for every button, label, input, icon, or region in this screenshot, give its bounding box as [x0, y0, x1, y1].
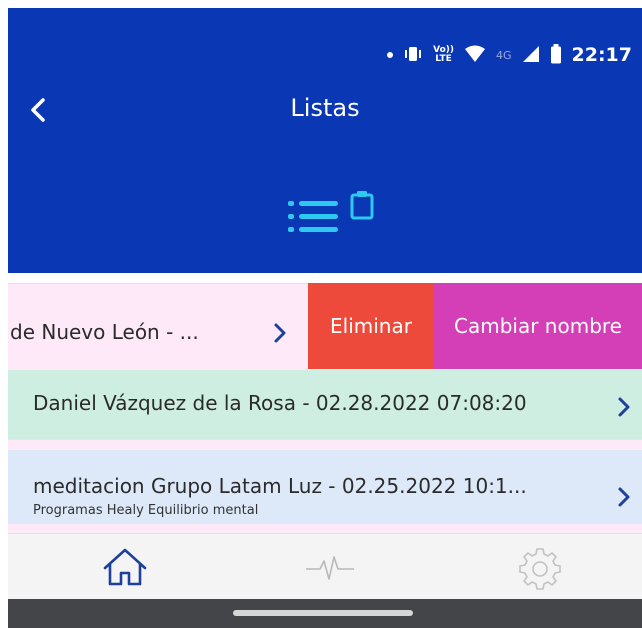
- delete-button[interactable]: Eliminar: [308, 283, 434, 369]
- bottom-tab-bar: [8, 533, 642, 599]
- lists-container: de Nuevo León - ... Eliminar Cambiar nom…: [8, 283, 642, 533]
- header: Vo)) LTE 4G 22:17 Listas: [8, 8, 642, 273]
- home-icon: [103, 548, 147, 586]
- list-item-subtitle: Programas Healy Equilibrio mental: [33, 503, 259, 518]
- tab-activity[interactable]: [300, 542, 360, 592]
- vibrate-icon: [403, 46, 423, 65]
- clipboard-list-icon: [288, 190, 384, 246]
- list-item-title: meditacion Grupo Latam Luz - 02.25.2022 …: [33, 474, 527, 498]
- chevron-right-icon: [618, 487, 630, 507]
- volte-icon: Vo)) LTE: [433, 46, 454, 64]
- tab-settings[interactable]: [510, 542, 570, 592]
- rename-button[interactable]: Cambiar nombre: [434, 283, 642, 369]
- settings-icon: [519, 548, 561, 590]
- list-item[interactable]: Daniel Vázquez de la Rosa - 02.28.2022 0…: [8, 370, 642, 440]
- clock: 22:17: [571, 44, 632, 66]
- chevron-right-icon: [274, 323, 286, 343]
- notification-dot-icon: [387, 52, 394, 58]
- list-item-swiped: de Nuevo León - ... Eliminar Cambiar nom…: [8, 283, 642, 369]
- system-navigation-bar: [8, 599, 642, 628]
- list-item[interactable]: meditacion Grupo Latam Luz - 02.25.2022 …: [8, 450, 642, 524]
- app-screen: Vo)) LTE 4G 22:17 Listas de Nuevo León -…: [0, 0, 642, 628]
- status-bar: Vo)) LTE 4G 22:17: [387, 40, 632, 70]
- wifi-icon: [464, 45, 486, 66]
- list-item-title: Daniel Vázquez de la Rosa - 02.28.2022 0…: [33, 391, 527, 415]
- signal-icon: [522, 45, 540, 66]
- tab-home[interactable]: [95, 542, 155, 592]
- chevron-right-icon: [618, 397, 630, 417]
- home-gesture-handle[interactable]: [233, 610, 413, 616]
- page-title: Listas: [290, 94, 360, 122]
- network-type: 4G: [495, 48, 512, 62]
- list-item-content[interactable]: de Nuevo León - ...: [8, 283, 308, 369]
- list-item-title: de Nuevo León - ...: [10, 320, 199, 344]
- battery-icon: [550, 43, 562, 67]
- volte-bottom: LTE: [435, 54, 452, 64]
- pulse-icon: [306, 556, 354, 580]
